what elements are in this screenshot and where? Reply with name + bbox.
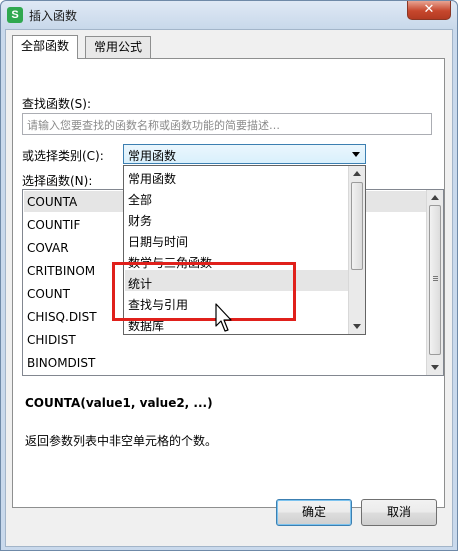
- ok-button[interactable]: 确定: [276, 499, 352, 526]
- category-label: 或选择类别(C):: [22, 149, 104, 163]
- category-selected-value: 常用函数: [128, 149, 177, 163]
- search-label: 查找函数(S):: [22, 97, 92, 111]
- category-dropdown-list[interactable]: 常用函数 全部 财务 日期与时间 数学与三角函数 统计 查找与引用 数据库: [123, 165, 366, 335]
- scroll-up-icon[interactable]: [353, 171, 361, 176]
- function-item-countif[interactable]: COUNTIF: [27, 218, 80, 232]
- grip-line: [433, 280, 438, 281]
- function-item-binomdist[interactable]: BINOMDIST: [27, 356, 95, 370]
- hovered-option-highlight: [125, 270, 349, 291]
- dropdown-scrollbar[interactable]: [348, 166, 365, 334]
- scroll-down-icon[interactable]: [353, 324, 361, 329]
- category-option-finance[interactable]: 财务: [128, 212, 152, 229]
- dropdown-scroll-thumb[interactable]: [351, 182, 363, 270]
- category-select[interactable]: 常用函数: [123, 144, 366, 164]
- tab-panel: 查找函数(S): 请输入您要查找的函数名称或函数功能的简要描述… 或选择类别(C…: [12, 58, 445, 508]
- title-bar[interactable]: S 插入函数 ✕: [1, 1, 457, 29]
- dialog-body: 全部函数 常用公式 查找函数(S): 请输入您要查找的函数名称或函数功能的简要描…: [5, 29, 453, 547]
- tab-all-functions[interactable]: 全部函数: [12, 35, 79, 59]
- grip-line: [433, 278, 438, 279]
- scroll-down-icon[interactable]: [431, 365, 439, 370]
- chevron-down-icon[interactable]: [352, 152, 360, 157]
- category-option-statistics[interactable]: 统计: [128, 275, 152, 292]
- scroll-up-icon[interactable]: [431, 195, 439, 200]
- close-button[interactable]: ✕: [407, 1, 451, 20]
- tab-common-formulas[interactable]: 常用公式: [85, 36, 152, 58]
- function-item-counta[interactable]: COUNTA: [27, 195, 77, 209]
- arrow-cursor-icon: [215, 303, 232, 332]
- function-list-label: 选择函数(N):: [22, 174, 93, 188]
- category-option-datetime[interactable]: 日期与时间: [128, 233, 188, 250]
- app-icon: S: [7, 7, 23, 23]
- search-input[interactable]: 请输入您要查找的函数名称或函数功能的简要描述…: [22, 113, 432, 135]
- function-description: 返回参数列表中非空单元格的个数。: [25, 434, 218, 448]
- category-option-common[interactable]: 常用函数: [128, 170, 176, 187]
- category-option-math[interactable]: 数学与三角函数: [128, 254, 212, 271]
- function-item-chidist[interactable]: CHIDIST: [27, 333, 76, 347]
- category-option-all[interactable]: 全部: [128, 191, 152, 208]
- function-item-covar[interactable]: COVAR: [27, 241, 69, 255]
- cancel-button[interactable]: 取消: [361, 499, 437, 526]
- function-item-chisq-dist[interactable]: CHISQ.DIST: [27, 310, 97, 324]
- function-item-critbinom[interactable]: CRITBINOM: [27, 264, 95, 278]
- scroll-thumb[interactable]: [429, 205, 441, 355]
- category-option-database[interactable]: 数据库: [128, 317, 164, 334]
- insert-function-dialog: S 插入函数 ✕ 全部函数 常用公式 查找函数(S): 请输入您要查找的函数名称…: [0, 0, 458, 551]
- function-list-scrollbar[interactable]: [426, 190, 443, 375]
- window-title: 插入函数: [29, 9, 78, 23]
- function-syntax: COUNTA(value1, value2, ...): [25, 396, 213, 410]
- category-option-lookup[interactable]: 查找与引用: [128, 296, 188, 313]
- function-item-count[interactable]: COUNT: [27, 287, 70, 301]
- grip-line: [433, 276, 438, 277]
